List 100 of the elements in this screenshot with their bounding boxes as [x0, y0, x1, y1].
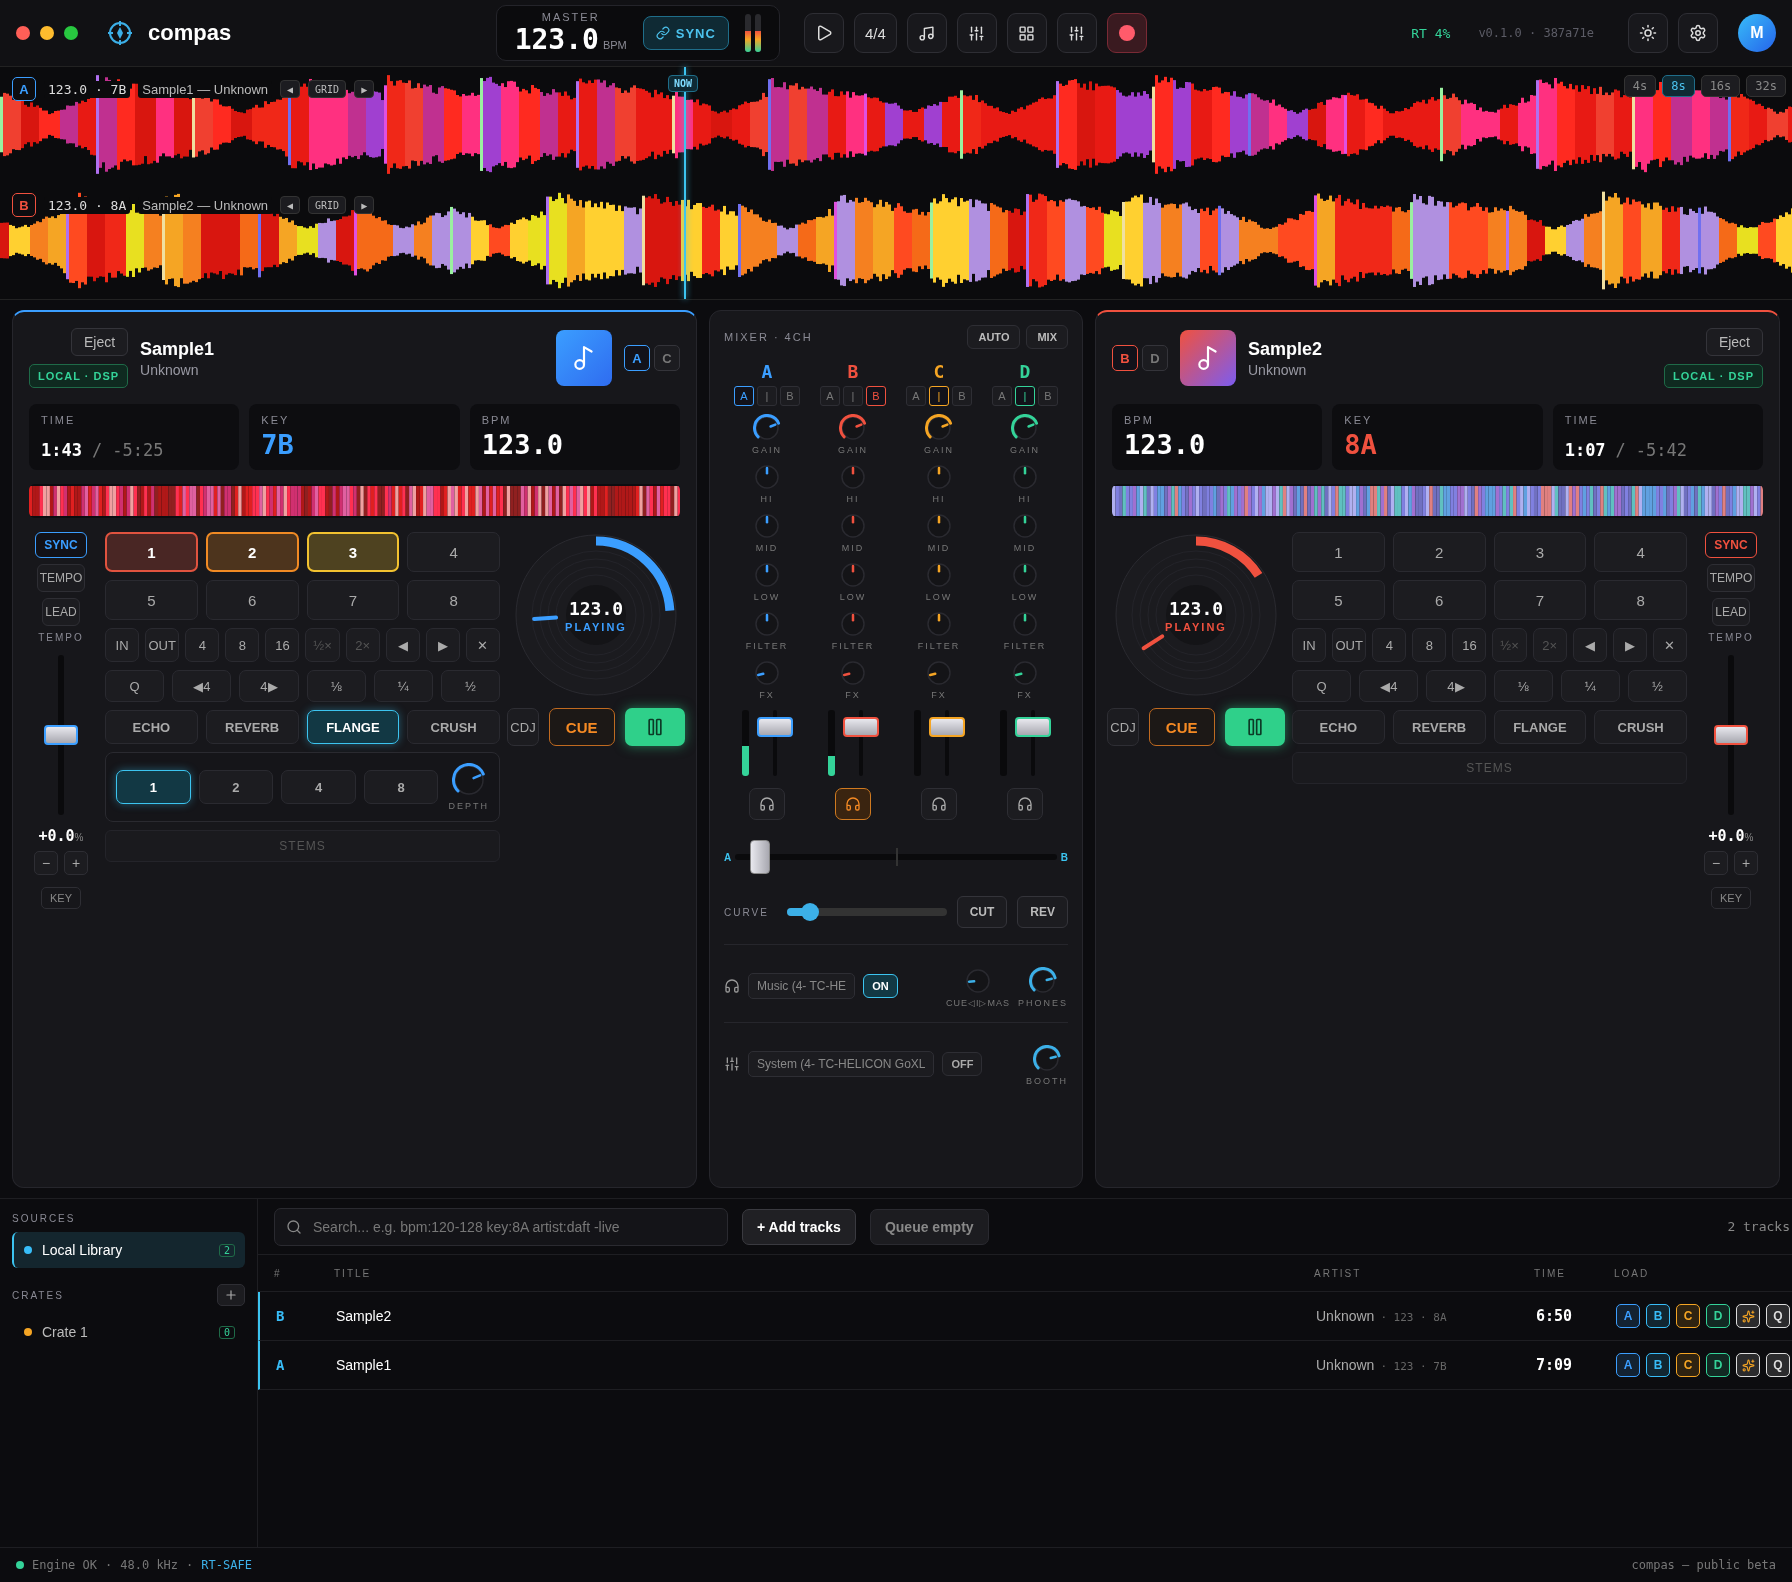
- auto-button[interactable]: AUTO: [967, 325, 1021, 349]
- effect-button[interactable]: FLANGE: [1493, 710, 1587, 744]
- crossfader-assign[interactable]: |: [1015, 386, 1035, 406]
- loop-button[interactable]: 16: [265, 628, 300, 662]
- effect-button[interactable]: REVERB: [1392, 710, 1486, 744]
- deck-assign[interactable]: B: [1112, 345, 1138, 371]
- loop-button[interactable]: 16: [1452, 628, 1487, 662]
- cdj-button[interactable]: CDJ: [1107, 708, 1139, 746]
- beat-button[interactable]: 8: [363, 770, 439, 804]
- headphone-cue-button[interactable]: [1007, 788, 1043, 820]
- zoom-button[interactable]: 8s: [1662, 75, 1695, 97]
- pitch-up-button[interactable]: +: [64, 851, 88, 875]
- loop-button[interactable]: IN: [1292, 628, 1327, 662]
- beat-jump-button[interactable]: ◀4: [172, 670, 232, 702]
- hot-cue-pad[interactable]: 4: [407, 532, 500, 572]
- close-button[interactable]: [16, 26, 30, 40]
- headphone-cue-button[interactable]: [835, 788, 871, 820]
- eject-button[interactable]: Eject: [70, 328, 129, 356]
- reverse-button[interactable]: REV: [1017, 896, 1068, 928]
- effect-button[interactable]: ECHO: [1292, 710, 1385, 744]
- cue-button[interactable]: CUE: [1148, 708, 1215, 746]
- auto-load-button[interactable]: [1736, 1353, 1760, 1377]
- toolbar-button[interactable]: [956, 13, 997, 53]
- crossfader-assign[interactable]: B: [952, 386, 972, 406]
- pitch-down-button[interactable]: −: [1704, 851, 1728, 875]
- beat-button[interactable]: 2: [198, 770, 274, 804]
- effect-button[interactable]: REVERB: [205, 710, 299, 744]
- eject-button[interactable]: Eject: [1705, 328, 1763, 356]
- cue-button[interactable]: CUE: [548, 708, 615, 746]
- toolbar-button[interactable]: [1106, 13, 1147, 53]
- crossfader-assign[interactable]: A: [734, 386, 754, 406]
- beat-jump-button[interactable]: ½: [1627, 670, 1687, 702]
- source-item[interactable]: Local Library 2: [12, 1232, 245, 1268]
- beat-jump-button[interactable]: Q: [105, 670, 165, 702]
- jog-wheel[interactable]: [1113, 532, 1279, 698]
- toolbar-button[interactable]: [1056, 13, 1097, 53]
- beat-jump-button[interactable]: Q: [1292, 670, 1352, 702]
- deck-assign[interactable]: D: [1142, 345, 1168, 371]
- grid-forward-button[interactable]: ▶: [354, 80, 375, 98]
- headphone-cue-button[interactable]: [921, 788, 957, 820]
- tempo-mode-button[interactable]: TEMPO: [1706, 564, 1756, 592]
- beat-button[interactable]: 4: [281, 770, 356, 804]
- lead-button[interactable]: LEAD: [1712, 598, 1750, 626]
- master-sync-button[interactable]: SYNC: [642, 16, 729, 50]
- knob[interactable]: [451, 763, 486, 797]
- track-row[interactable]: B Sample2 Unknown · 123 · 8A 6:50 A B C D Q: [258, 1292, 1792, 1341]
- loop-button[interactable]: OUT: [1332, 628, 1367, 662]
- phones-toggle[interactable]: ON: [863, 973, 898, 998]
- key-lock-button[interactable]: KEY: [1711, 887, 1751, 909]
- beat-jump-button[interactable]: ½: [440, 670, 500, 702]
- loop-button[interactable]: ◀: [1572, 628, 1607, 662]
- tempo-slider[interactable]: [44, 655, 78, 815]
- crossfader-assign[interactable]: B: [866, 386, 886, 406]
- load-deck-button[interactable]: A: [1616, 1353, 1640, 1377]
- hot-cue-pad[interactable]: 6: [1392, 580, 1486, 620]
- add-tracks-button[interactable]: + Add tracks: [742, 1208, 856, 1245]
- hot-cue-pad[interactable]: 2: [205, 532, 299, 572]
- grid-forward-button[interactable]: ▶: [354, 196, 375, 214]
- beat-jump-button[interactable]: ⅛: [306, 670, 366, 702]
- effect-button[interactable]: ECHO: [105, 710, 198, 744]
- grid-back-button[interactable]: ◀: [280, 196, 301, 214]
- hot-cue-pad[interactable]: 1: [1292, 532, 1385, 572]
- pitch-up-button[interactable]: +: [1734, 851, 1758, 875]
- channel-fader[interactable]: [928, 710, 965, 776]
- knob[interactable]: [1029, 967, 1057, 995]
- channel-fader[interactable]: [842, 710, 879, 776]
- zoom-button[interactable]: [64, 26, 78, 40]
- pitch-down-button[interactable]: −: [34, 851, 58, 875]
- loop-button[interactable]: 4: [185, 628, 220, 662]
- hot-cue-pad[interactable]: 6: [205, 580, 299, 620]
- hot-cue-pad[interactable]: 2: [1392, 532, 1486, 572]
- play-pause-button[interactable]: [1224, 708, 1285, 746]
- queue-button[interactable]: Q: [1766, 1304, 1790, 1328]
- toolbar-button[interactable]: 4/4: [853, 13, 897, 53]
- knob[interactable]: [1011, 414, 1039, 442]
- beat-jump-button[interactable]: 4▶: [1426, 670, 1486, 702]
- lead-button[interactable]: LEAD: [42, 598, 80, 626]
- tempo-slider[interactable]: [1714, 655, 1748, 815]
- headphone-cue-button[interactable]: [749, 788, 785, 820]
- toolbar-button[interactable]: [803, 13, 844, 53]
- jog-wheel[interactable]: [513, 532, 679, 698]
- booth-toggle[interactable]: OFF: [942, 1051, 983, 1076]
- crossfader-assign[interactable]: B: [1038, 386, 1058, 406]
- hot-cue-pad[interactable]: 7: [306, 580, 400, 620]
- loop-button[interactable]: 8: [1412, 628, 1447, 662]
- loop-button[interactable]: IN: [105, 628, 140, 662]
- zoom-button[interactable]: 16s: [1700, 75, 1741, 97]
- deck-assign[interactable]: C: [654, 345, 680, 371]
- mix-button[interactable]: MIX: [1026, 325, 1068, 349]
- loop-button[interactable]: ✕: [465, 628, 500, 662]
- crossfader-assign[interactable]: |: [757, 386, 777, 406]
- loop-button[interactable]: ◀: [385, 628, 420, 662]
- hot-cue-pad[interactable]: 5: [1292, 580, 1385, 620]
- load-deck-button[interactable]: D: [1706, 1304, 1730, 1328]
- crate-item[interactable]: Crate 1 0: [12, 1314, 245, 1350]
- knob[interactable]: [925, 414, 953, 442]
- output-select[interactable]: Music (4- TC-HE: [748, 972, 856, 999]
- crossfader-assign[interactable]: |: [929, 386, 949, 406]
- grid-button[interactable]: GRID: [308, 196, 347, 214]
- queue-button[interactable]: Queue empty: [869, 1208, 989, 1245]
